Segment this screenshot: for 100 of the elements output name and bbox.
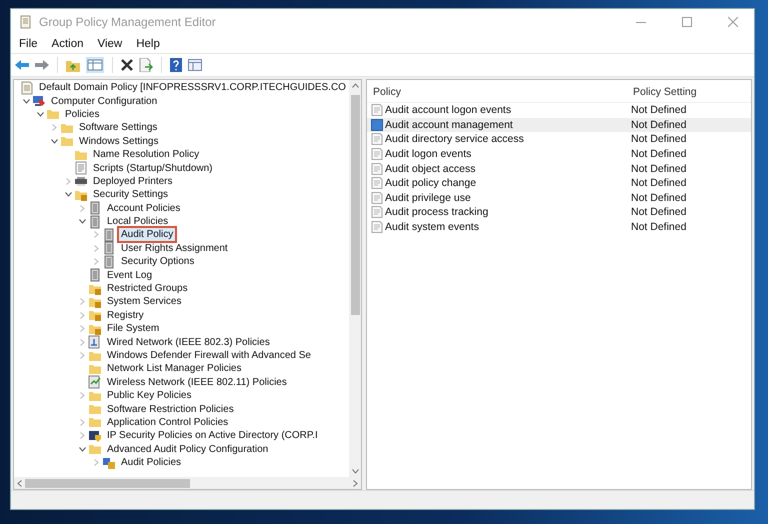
tree-item[interactable]: System Services (105, 295, 184, 308)
tree-item[interactable]: Default Domain Policy [INFOPRESSSRV1.CORP.ITECHGUIDES.CO (37, 81, 348, 94)
script-icon (74, 161, 88, 176)
menu-item[interactable]: File (19, 38, 38, 50)
console-tree-icon[interactable] (86, 57, 104, 73)
folder-icon (88, 415, 102, 430)
column-header[interactable]: Policy (367, 86, 633, 98)
tree-item[interactable]: Network List Manager Policies (105, 362, 244, 376)
scroll-down-icon[interactable] (352, 469, 358, 474)
policy-name: Audit system events (385, 221, 479, 234)
tree-item[interactable]: Scripts (Startup/Shutdown) (91, 162, 214, 175)
delete-icon[interactable] (121, 59, 133, 71)
tree-item[interactable]: Registry (105, 308, 146, 322)
tree-item[interactable]: Deployed Printers (91, 174, 174, 188)
policy-row[interactable]: Audit process tracking Not Defined (367, 205, 751, 220)
tree-item[interactable]: File System (105, 322, 162, 336)
menu-item[interactable]: Action (52, 38, 84, 50)
policy-setting: Not Defined (631, 133, 688, 146)
tree-item[interactable]: Restricted Groups (105, 282, 190, 296)
forward-arrow-icon[interactable] (35, 59, 49, 71)
scroll-right-icon[interactable] (353, 480, 358, 486)
policy-name: Audit object access (385, 162, 476, 175)
folder-icon (88, 402, 102, 416)
policy-setting: Not Defined (631, 162, 688, 175)
policy-name: Audit directory service access (385, 133, 524, 146)
column-header[interactable]: Policy Setting (633, 86, 743, 98)
help-icon[interactable] (170, 58, 182, 72)
policy-name: Audit account logon events (385, 104, 512, 116)
tree-item[interactable]: Software Restriction Policies (105, 402, 236, 416)
policy-icon (371, 192, 383, 204)
tree-item[interactable]: Audit Policy (119, 228, 176, 242)
folder-up-icon[interactable] (66, 58, 80, 72)
policy-row[interactable]: Audit logon events Not Defined (367, 146, 751, 162)
scroll-up-icon[interactable] (352, 83, 358, 88)
policy-icon (371, 118, 383, 131)
policy-name: Audit logon events (385, 148, 472, 160)
tree-item[interactable]: Event Log (105, 268, 154, 282)
policy-setting: Not Defined (631, 221, 688, 234)
policy-row[interactable]: Audit privilege use Not Defined (367, 190, 751, 206)
tree-item[interactable]: Wired Network (IEEE 802.3) Policies (105, 336, 272, 349)
back-arrow-icon[interactable] (15, 59, 29, 71)
vertical-scrollbar[interactable] (349, 80, 361, 477)
policy-book-icon (88, 201, 102, 216)
menu-item[interactable]: View (98, 38, 122, 50)
policy-icon (371, 162, 383, 175)
policy-row[interactable]: Audit account logon events Not Defined (367, 103, 751, 118)
policy-book-icon (88, 214, 102, 229)
export-list-icon[interactable] (139, 58, 153, 72)
policy-name: Audit policy change (385, 177, 476, 190)
document-icon (20, 80, 34, 95)
tree-item[interactable]: Policies (63, 108, 102, 121)
policy-name: Audit account management (385, 118, 513, 131)
tree-item[interactable]: Audit Policies (119, 456, 184, 470)
wireless-icon (88, 375, 102, 390)
policy-setting: Not Defined (631, 118, 688, 131)
tree-item[interactable]: Windows Settings (77, 134, 160, 148)
policy-icon (371, 133, 383, 146)
computer-icon (32, 94, 46, 108)
policy-book-icon (102, 228, 116, 242)
close-icon[interactable] (728, 17, 738, 27)
tree-item[interactable]: Local Policies (105, 215, 170, 228)
printer-icon (74, 174, 88, 188)
scroll-left-icon[interactable] (17, 480, 22, 486)
properties-icon[interactable] (188, 59, 202, 71)
policy-name: Audit process tracking (385, 206, 488, 218)
maximize-icon[interactable] (682, 17, 692, 27)
tree-item[interactable]: Security Options (119, 255, 196, 268)
audit-icon (102, 456, 116, 470)
policy-icon (371, 206, 383, 218)
tree-item[interactable]: Name Resolution Policy (91, 148, 202, 162)
policy-row[interactable]: Audit account management Not Defined (367, 118, 751, 132)
folder-icon (60, 134, 74, 148)
scroll-thumb[interactable] (350, 95, 360, 315)
policy-row[interactable]: Audit system events Not Defined (367, 220, 751, 234)
tree-item[interactable]: Wireless Network (IEEE 802.11) Policies (105, 376, 289, 389)
policy-book-icon (102, 241, 116, 256)
policy-row[interactable]: Audit object access Not Defined (367, 161, 751, 176)
tree-item[interactable]: Windows Defender Firewall with Advanced Se (105, 349, 313, 362)
tree-item[interactable]: Computer Configuration (49, 94, 160, 108)
folder-icon (46, 107, 60, 122)
policy-setting: Not Defined (631, 177, 688, 190)
tree-item[interactable]: Advanced Audit Policy Configuration (105, 442, 270, 456)
policy-icon (371, 177, 383, 190)
menu-item[interactable]: Help (136, 38, 160, 50)
lock-folder-icon (88, 308, 102, 322)
network-icon (88, 335, 102, 350)
policy-setting: Not Defined (631, 192, 688, 204)
tree-item[interactable]: Account Policies (105, 202, 182, 215)
policy-setting: Not Defined (631, 148, 688, 160)
tree-item[interactable]: Public Key Policies (105, 389, 194, 402)
policy-row[interactable]: Audit policy change Not Defined (367, 176, 751, 191)
policy-row[interactable]: Audit directory service access Not Defined (367, 132, 751, 147)
horizontal-scrollbar[interactable] (14, 477, 361, 489)
tree-item[interactable]: User Rights Assignment (119, 242, 230, 255)
shield-icon (88, 428, 102, 443)
tree-item[interactable]: Application Control Policies (105, 416, 230, 429)
tree-item[interactable]: Security Settings (91, 188, 170, 202)
scroll-thumb[interactable] (25, 478, 190, 488)
tree-item[interactable]: Software Settings (77, 121, 160, 134)
tree-item[interactable]: IP Security Policies on Active Directory (CORP.I (105, 429, 320, 442)
